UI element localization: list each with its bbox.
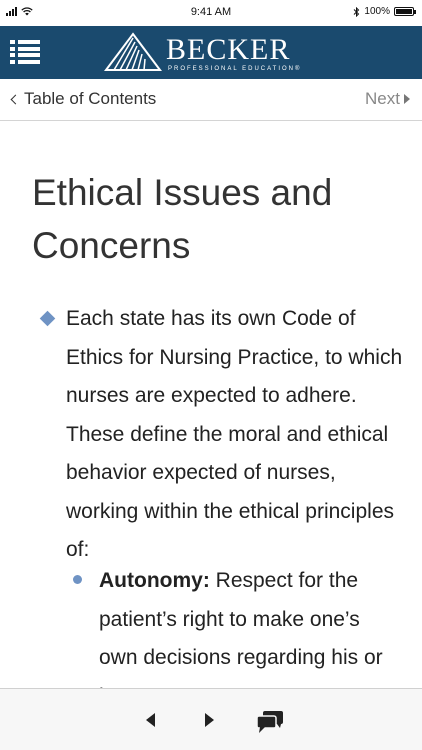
logo-mark-icon	[104, 32, 162, 71]
toc-label: Table of Contents	[24, 89, 157, 108]
status-right: 100%	[353, 6, 416, 17]
previous-icon[interactable]	[146, 713, 155, 727]
sub-item-term: Autonomy:	[99, 569, 210, 592]
screen: 9:41 AM 100% BECKER PROFESSIONAL EDUCATI…	[0, 0, 422, 750]
logo-wordmark: BECKER	[166, 33, 291, 66]
content-area[interactable]: Ethical Issues and Concerns Each state h…	[0, 122, 422, 688]
triangle-right-icon	[404, 94, 410, 104]
bottom-toolbar	[0, 688, 422, 750]
body-paragraph: Each state has its own Code of Ethics fo…	[66, 307, 403, 561]
diamond-bullet-icon	[39, 310, 56, 327]
status-bar: 9:41 AM 100%	[0, 0, 422, 26]
next-icon[interactable]	[205, 713, 214, 727]
table-of-contents-link[interactable]: Table of Contents	[10, 89, 157, 109]
next-link[interactable]: Next	[365, 89, 410, 109]
battery-icon	[394, 7, 416, 16]
chevron-left-icon	[10, 94, 21, 105]
battery-percent: 100%	[364, 6, 390, 17]
page-title: Ethical Issues and Concerns	[32, 172, 333, 266]
dot-bullet-icon	[73, 575, 82, 584]
bluetooth-icon	[354, 6, 360, 17]
menu-list-icon[interactable]	[10, 37, 40, 67]
becker-logo: BECKER PROFESSIONAL EDUCATION®	[104, 32, 334, 74]
sub-item: Autonomy: Respect for the patient’s righ…	[99, 562, 404, 688]
app-header: BECKER PROFESSIONAL EDUCATION®	[0, 26, 422, 79]
chat-icon[interactable]	[255, 710, 285, 734]
next-label: Next	[365, 89, 400, 108]
logo-tagline: PROFESSIONAL EDUCATION®	[168, 66, 302, 72]
nav-row: Table of Contents Next	[0, 79, 422, 121]
